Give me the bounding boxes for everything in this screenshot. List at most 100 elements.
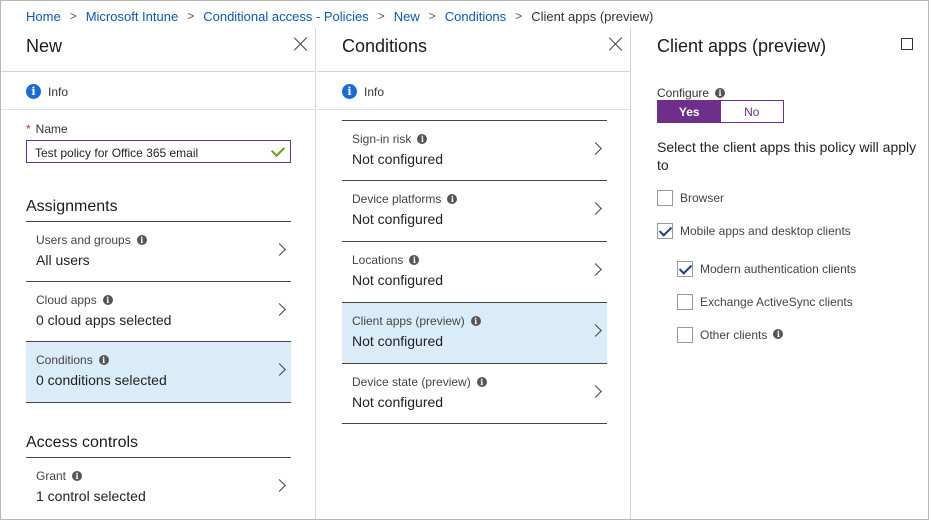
close-icon[interactable]: [294, 37, 308, 51]
info-link[interactable]: i Info: [342, 84, 384, 99]
name-label-text: Name: [35, 122, 68, 136]
nav-item-value: Not configured: [352, 211, 444, 227]
nav-item-value: Not configured: [352, 151, 444, 167]
client-apps-description: Select the client apps this policy will …: [657, 139, 917, 173]
nav-item-value: Not configured: [352, 333, 444, 349]
info-link[interactable]: i Info: [26, 84, 68, 99]
breadcrumb-conditions-link[interactable]: Conditions: [445, 9, 506, 24]
configure-label: Configure i: [657, 86, 726, 100]
nav-item-client-apps[interactable]: Client apps (preview) i Not configured: [342, 302, 607, 363]
assignments-heading: Assignments: [26, 198, 118, 215]
breadcrumb-home-link[interactable]: Home: [26, 9, 61, 24]
blade-header: New: [1, 28, 315, 72]
checkbox-label: Mobile apps and desktop clients: [680, 224, 851, 238]
info-label: Info: [364, 84, 385, 99]
modern-auth-checkbox-row[interactable]: Modern authentication clients: [677, 261, 856, 277]
nav-item-label: Grant i: [36, 469, 83, 483]
chevron-right-icon: [273, 303, 286, 316]
exchange-activesync-checkbox[interactable]: [677, 294, 693, 310]
nav-item-value: 0 conditions selected: [36, 372, 167, 388]
nav-item-value: 0 cloud apps selected: [36, 312, 172, 328]
chevron-right-icon: [589, 142, 602, 155]
nav-item-value: 1 control selected: [36, 488, 146, 504]
breadcrumb-current: Client apps (preview): [531, 8, 654, 24]
nav-item-conditions[interactable]: Conditions i 0 conditions selected: [26, 341, 291, 403]
nav-item-label: Device platforms i: [352, 192, 458, 206]
nav-item-value: All users: [36, 252, 90, 268]
breadcrumb-new-link[interactable]: New: [394, 9, 420, 24]
nav-item-locations[interactable]: Locations i Not configured: [342, 241, 607, 302]
browser-checkbox[interactable]: [657, 190, 673, 206]
breadcrumb-separator: >: [377, 9, 385, 23]
chevron-right-icon: [589, 324, 602, 337]
nav-item-grant[interactable]: Grant i 1 control selected: [26, 457, 291, 517]
toggle-yes-button[interactable]: Yes: [658, 101, 721, 122]
chevron-right-icon: [589, 202, 602, 215]
chevron-right-icon: [589, 263, 602, 276]
chevron-right-icon: [273, 479, 286, 492]
blade-title: Conditions: [342, 36, 428, 56]
browser-checkbox-row[interactable]: Browser: [657, 190, 724, 206]
nav-item-device-state[interactable]: Device state (preview) i Not configured: [342, 363, 607, 424]
checkbox-label: Exchange ActiveSync clients: [700, 295, 853, 309]
info-icon: i: [447, 193, 458, 204]
info-icon: i: [409, 254, 420, 265]
blade-new-policy: New i Info * Name Assignments Users and g…: [1, 28, 316, 519]
nav-item-device-platforms[interactable]: Device platforms i Not configured: [342, 180, 607, 241]
nav-item-label: Device state (preview) i: [352, 375, 487, 389]
info-icon: i: [773, 329, 784, 339]
nav-item-label: Client apps (preview) i: [352, 314, 481, 328]
blade-client-apps: Client apps (preview) Configure i Yes No …: [632, 28, 928, 519]
divider: [1, 109, 315, 110]
other-clients-checkbox-row[interactable]: Other clients i: [677, 327, 784, 343]
nav-item-users-and-groups[interactable]: Users and groups i All users: [26, 221, 291, 281]
blade-conditions: Conditions i Info Sign-in risk i Not conf…: [317, 28, 631, 519]
exchange-activesync-checkbox-row[interactable]: Exchange ActiveSync clients: [677, 294, 853, 310]
info-icon: i: [417, 133, 428, 144]
info-icon: i: [470, 315, 481, 326]
required-asterisk: *: [26, 122, 31, 136]
access-controls-heading: Access controls: [26, 434, 139, 451]
toggle-no-button[interactable]: No: [720, 101, 783, 122]
nav-item-label: Cloud apps i: [36, 293, 113, 307]
mobile-desktop-checkbox-row[interactable]: Mobile apps and desktop clients: [657, 223, 851, 239]
blade-header: Conditions: [317, 28, 630, 72]
nav-item-label: Sign-in risk i: [352, 132, 428, 146]
breadcrumb-policies-link[interactable]: Conditional access - Policies: [203, 9, 368, 24]
blade-header: Client apps (preview): [632, 28, 928, 72]
info-icon: i: [136, 234, 147, 245]
blade-title: New: [26, 36, 63, 56]
maximize-icon[interactable]: [901, 38, 913, 50]
nav-item-label: Users and groups i: [36, 233, 147, 247]
breadcrumb-separator: >: [69, 9, 77, 23]
info-icon: i: [715, 87, 726, 98]
chevron-right-icon: [273, 243, 286, 256]
breadcrumb-separator: >: [187, 9, 195, 23]
breadcrumb: Home > Microsoft Intune > Conditional ac…: [26, 7, 653, 25]
close-icon[interactable]: [609, 37, 623, 51]
other-clients-checkbox[interactable]: [677, 327, 693, 343]
chevron-right-icon: [589, 385, 602, 398]
mobile-desktop-checkbox[interactable]: [657, 223, 673, 239]
info-icon: i: [98, 354, 109, 365]
modern-auth-checkbox[interactable]: [677, 261, 693, 277]
info-label: Info: [48, 84, 69, 99]
nav-item-cloud-apps[interactable]: Cloud apps i 0 cloud apps selected: [26, 281, 291, 341]
nav-item-sign-in-risk[interactable]: Sign-in risk i Not configured: [342, 120, 607, 180]
chevron-right-icon: [273, 363, 286, 376]
divider: [317, 109, 630, 110]
nav-item-label: Conditions i: [36, 353, 109, 367]
info-icon: i: [102, 294, 113, 305]
checkbox-label: Modern authentication clients: [700, 262, 857, 276]
policy-name-input[interactable]: [26, 140, 291, 163]
checkbox-label: Browser: [680, 191, 725, 205]
info-icon: i: [26, 84, 41, 99]
nav-item-label: Locations i: [352, 253, 420, 267]
breadcrumb-separator: >: [515, 9, 523, 23]
configure-toggle: Yes No: [657, 100, 784, 123]
info-icon: i: [342, 84, 357, 99]
breadcrumb-intune-link[interactable]: Microsoft Intune: [86, 9, 179, 24]
nav-item-value: Not configured: [352, 272, 444, 288]
name-field-label: * Name: [26, 122, 68, 136]
checkbox-label: Other clients: [700, 328, 768, 342]
